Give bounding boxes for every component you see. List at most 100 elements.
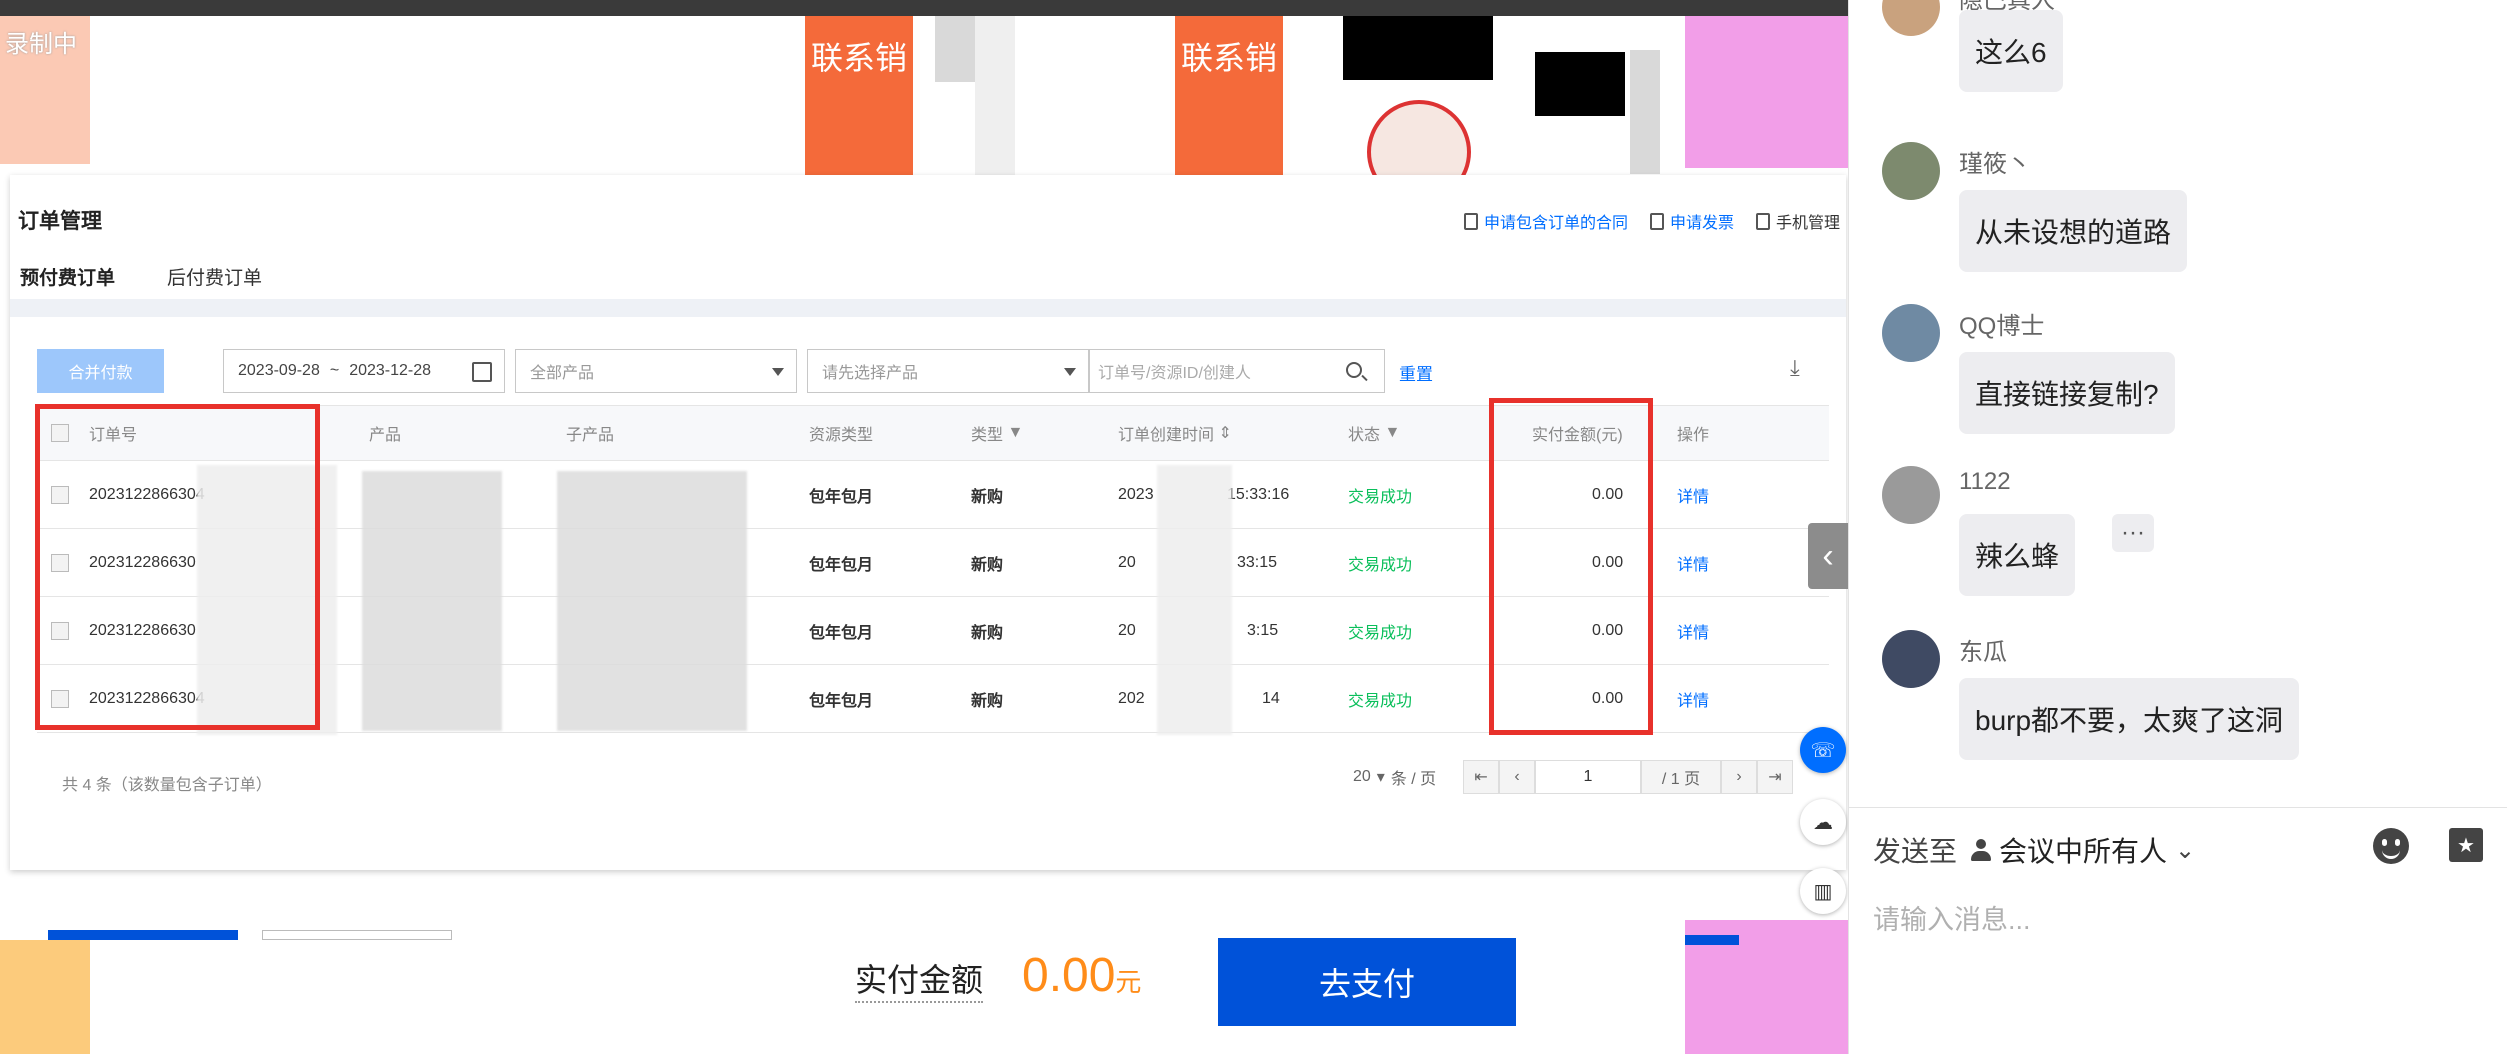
chevron-down-icon: ▾: [1376, 769, 1385, 786]
date-separator: ~: [329, 362, 340, 379]
apply-invoice-link[interactable]: 申请发票: [1649, 209, 1734, 233]
order-search-input[interactable]: 订单号/资源ID/创建人: [1089, 349, 1385, 393]
tab-postpaid[interactable]: 后付费订单: [167, 263, 262, 302]
message-bubble: 从未设想的道路: [1959, 190, 2188, 272]
payment-unit: 元: [1115, 967, 1142, 997]
share-top-bar: [0, 0, 1848, 16]
download-icon[interactable]: ⤓: [1790, 355, 1800, 381]
resource-type: 包年包月: [809, 624, 874, 642]
sort-icon[interactable]: ⇕: [1218, 423, 1231, 443]
subproduct-select[interactable]: 请先选择产品: [807, 349, 1089, 393]
details-link[interactable]: 详情: [1677, 529, 1709, 596]
apply-contract-link[interactable]: 申请包含订单的合同: [1463, 209, 1628, 233]
book-icon[interactable]: ▥: [1800, 868, 1846, 914]
cloud-icon[interactable]: ☁: [1800, 799, 1846, 845]
col-created-time[interactable]: 订单创建时间 ⇕: [1118, 406, 1232, 460]
resource-type: 包年包月: [809, 556, 874, 574]
document-icon: [1649, 212, 1664, 230]
filter-icon[interactable]: ▼: [1007, 424, 1023, 442]
last-page-button[interactable]: ⇥: [1757, 760, 1793, 794]
redaction-mask: [557, 471, 747, 731]
status-badge: 交易成功: [1348, 624, 1413, 642]
resource-type: 包年包月: [809, 692, 874, 710]
bg-gray-bar: [262, 930, 452, 940]
date-range-picker[interactable]: 2023-09-28 ~ 2023-12-28: [223, 349, 505, 393]
filter-toolbar: 合并付款 2023-09-28 ~ 2023-12-28 全部产品 请先选择产品…: [37, 349, 1437, 393]
bg-yellow-block: [0, 940, 90, 1054]
details-link[interactable]: 详情: [1677, 461, 1709, 528]
header-links: 申请包含订单的合同 申请发票 手机管理: [1463, 209, 1840, 233]
avatar[interactable]: [1882, 0, 1940, 36]
tab-band: [10, 299, 1846, 317]
col-status-label: 状态: [1348, 427, 1381, 444]
contact-sales-banner-2: 联系销: [1175, 16, 1283, 176]
bg-video-frame: [1343, 16, 1493, 80]
bg-frame: [975, 16, 1015, 176]
message-input[interactable]: 请输入消息...: [1873, 898, 2031, 937]
chevron-down-icon: [772, 368, 784, 376]
mobile-manage-link[interactable]: 手机管理: [1755, 209, 1840, 233]
send-to-selector[interactable]: 发送至 会议中所有人 ⌄: [1873, 830, 2195, 870]
prev-page-button[interactable]: ‹: [1499, 760, 1535, 794]
merge-payment-button[interactable]: 合并付款: [37, 349, 164, 393]
more-options-button[interactable]: ···: [2112, 514, 2154, 552]
sender-name: 1122: [1959, 468, 2011, 495]
bg-scrollbar-2: [1630, 50, 1660, 174]
screen-share-area: 录制中 联系销 联系销 订单管理 申请包含订单的合同 申请发票 手机管理 预付费…: [0, 0, 1848, 1054]
details-link[interactable]: 详情: [1677, 665, 1709, 732]
sender-name: QQ博士: [1959, 313, 2045, 340]
search-icon[interactable]: [1346, 362, 1362, 378]
send-target[interactable]: 会议中所有人 ⌄: [1971, 830, 2195, 870]
date-start: 2023-09-28: [238, 362, 320, 379]
avatar[interactable]: [1882, 466, 1940, 524]
col-created-time-label: 订单创建时间: [1118, 427, 1215, 444]
tab-prepaid[interactable]: 预付费订单: [20, 263, 116, 302]
col-type-label: 类型: [971, 427, 1004, 444]
payment-amount: 0.00元: [1022, 948, 1141, 1003]
order-type: 新购: [971, 692, 1004, 710]
highlight-amount-column: [1489, 398, 1653, 735]
apply-contract-label: 申请包含订单的合同: [1483, 215, 1628, 232]
date-end: 2023-12-28: [349, 362, 432, 379]
redaction-mask: [1157, 465, 1232, 735]
first-page-button[interactable]: ⇤: [1463, 760, 1499, 794]
message-bubble: 辣么蜂: [1959, 514, 2076, 596]
document-icon: [1463, 212, 1478, 230]
reset-link[interactable]: 重置: [1399, 360, 1433, 385]
avatar[interactable]: [1882, 304, 1940, 362]
collapse-panel-button[interactable]: ‹: [1808, 523, 1848, 589]
col-type[interactable]: 类型 ▼: [971, 406, 1023, 460]
filter-icon[interactable]: ▼: [1384, 424, 1400, 442]
col-resource-type: 资源类型: [809, 427, 874, 444]
customer-service-icon[interactable]: ☏: [1800, 727, 1846, 773]
send-target-label: 会议中所有人: [1999, 836, 2168, 867]
payment-amount-value: 0.00: [1022, 949, 1116, 1002]
file-star-icon[interactable]: ★: [2449, 828, 2483, 862]
product-select[interactable]: 全部产品: [515, 349, 797, 393]
order-tabs: 预付费订单 后付费订单: [20, 263, 262, 302]
bg-video-frame-2: [1535, 52, 1625, 116]
created-time-prefix: 202: [1118, 689, 1145, 707]
payment-label: 实付金额: [855, 955, 984, 1003]
created-time-suffix: 14: [1262, 689, 1280, 707]
resource-type: 包年包月: [809, 488, 874, 506]
order-type: 新购: [971, 488, 1004, 506]
pay-button[interactable]: 去支付: [1218, 938, 1516, 1026]
search-placeholder: 订单号/资源ID/创建人: [1098, 365, 1251, 382]
bg-pink-block: [1685, 16, 1848, 168]
col-status[interactable]: 状态 ▼: [1348, 406, 1400, 460]
next-page-button[interactable]: ›: [1721, 760, 1757, 794]
page-number-input[interactable]: 1: [1535, 760, 1641, 794]
emoji-icon[interactable]: [2373, 828, 2409, 864]
details-link[interactable]: 详情: [1677, 597, 1709, 664]
avatar[interactable]: [1882, 142, 1940, 200]
page-size-select[interactable]: 20 ▾ 条 / 页: [1353, 765, 1463, 789]
avatar[interactable]: [1882, 630, 1940, 688]
screen: 录制中 联系销 联系销 订单管理 申请包含订单的合同 申请发票 手机管理 预付费…: [0, 0, 2507, 1054]
created-time-suffix: 15:33:16: [1227, 485, 1290, 503]
apply-invoice-label: 申请发票: [1669, 215, 1734, 232]
created-time-prefix: 20: [1118, 621, 1136, 639]
chat-panel: 隐巴真人 这么6 瑾筱丶 从未设想的道路 QQ博士 直接链接复制? 1122 辣…: [1848, 0, 2507, 1054]
message-bubble: 这么6: [1959, 10, 2063, 92]
status-badge: 交易成功: [1348, 488, 1413, 506]
